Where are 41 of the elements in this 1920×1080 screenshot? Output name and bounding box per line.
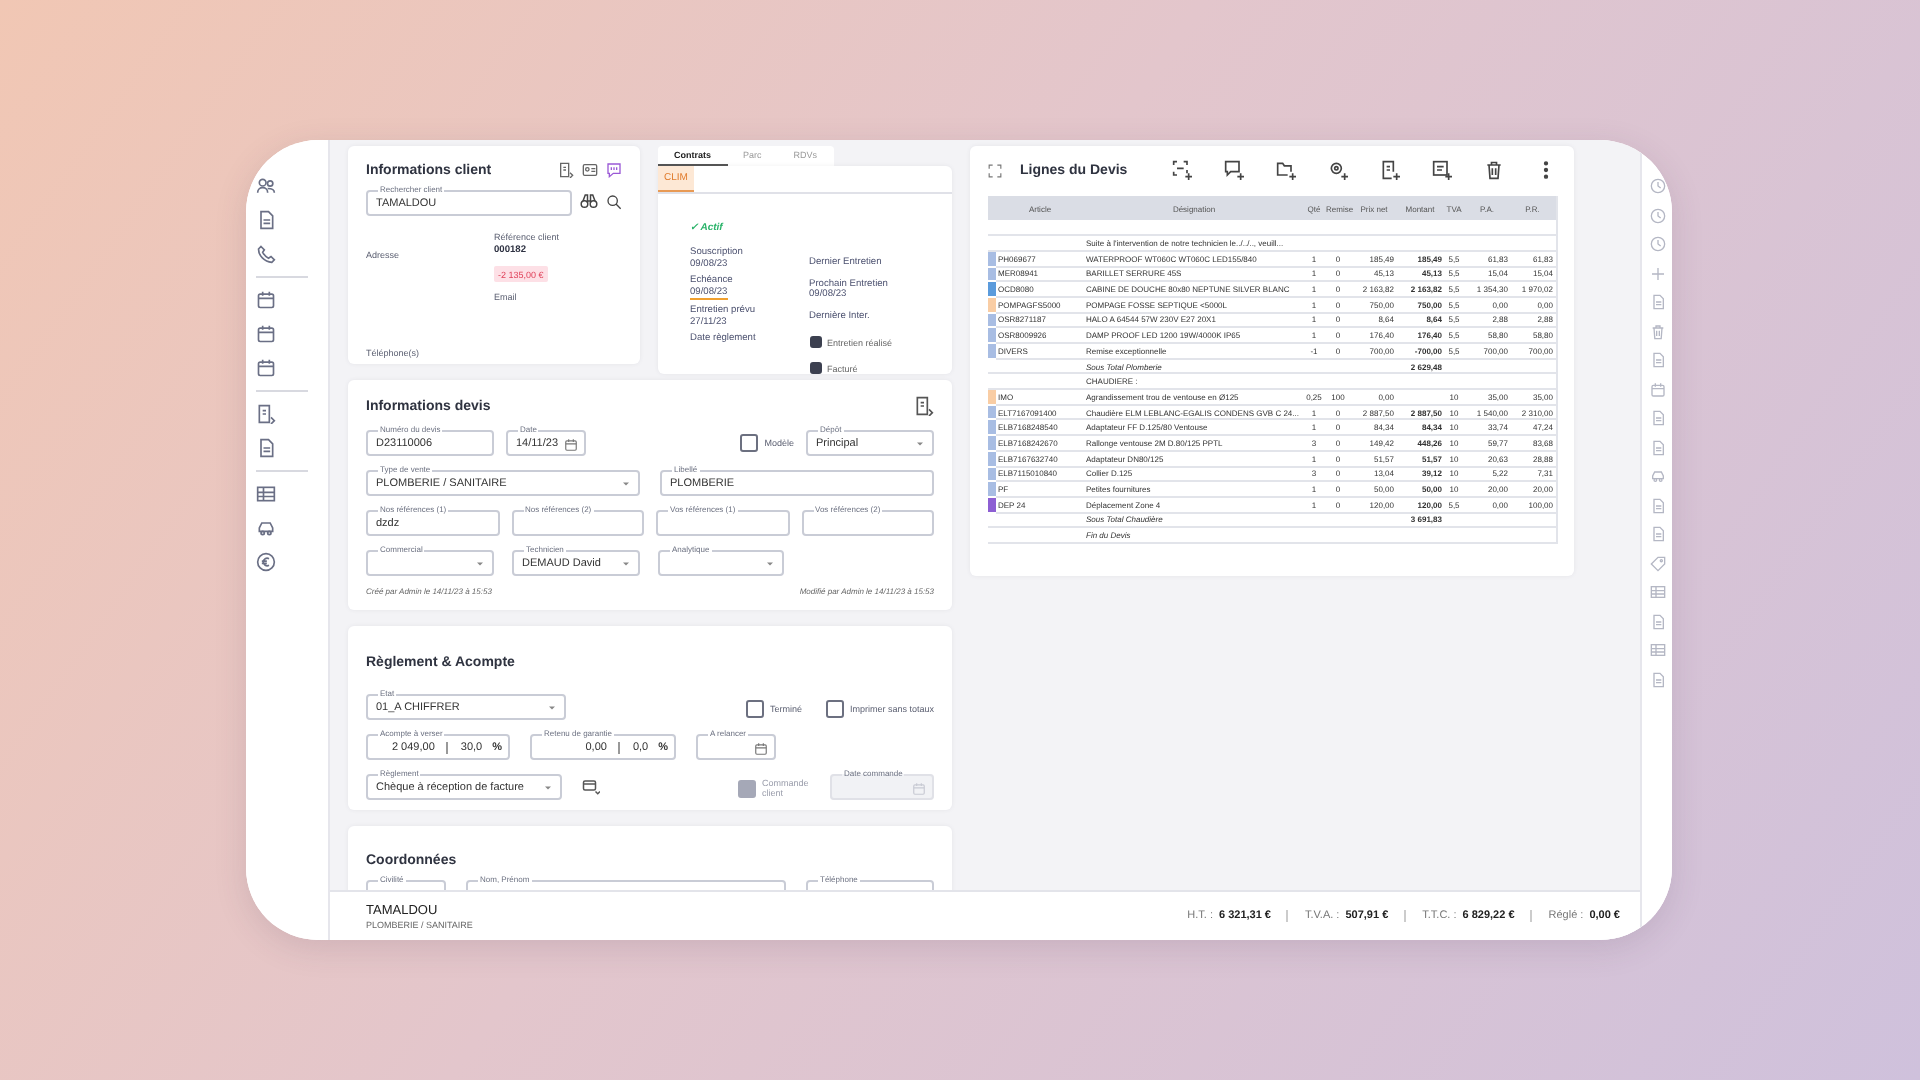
scan-add-icon[interactable] xyxy=(1172,160,1192,180)
people-icon[interactable] xyxy=(256,176,276,196)
coin-icon[interactable] xyxy=(256,552,276,572)
document-icon[interactable] xyxy=(558,162,574,178)
caret-icon xyxy=(474,558,486,570)
calendar-icon xyxy=(564,437,578,451)
calendar-icon[interactable] xyxy=(256,358,276,378)
binoculars-icon[interactable] xyxy=(580,192,598,210)
checkbox[interactable] xyxy=(740,434,759,452)
form-add-icon[interactable] xyxy=(1432,160,1452,180)
folder-add-icon[interactable] xyxy=(1276,160,1296,180)
caret-icon xyxy=(620,478,632,490)
caret-icon xyxy=(546,702,558,714)
caret-icon xyxy=(620,558,632,570)
id-card-icon[interactable] xyxy=(582,162,598,178)
calendar-icon[interactable] xyxy=(256,324,276,344)
phone-icon[interactable] xyxy=(256,244,276,264)
document-icon[interactable] xyxy=(256,210,276,230)
car-icon[interactable] xyxy=(256,518,276,538)
checkbox[interactable] xyxy=(809,362,821,374)
caret-icon xyxy=(542,782,554,794)
trash-icon[interactable] xyxy=(1484,160,1504,180)
document-add-icon[interactable] xyxy=(1380,160,1400,180)
document-icon[interactable] xyxy=(914,396,934,416)
caret-icon xyxy=(914,438,926,450)
checkbox[interactable] xyxy=(745,700,764,718)
payment-card-icon[interactable] xyxy=(582,778,600,796)
search-icon[interactable] xyxy=(606,193,622,209)
checkbox[interactable] xyxy=(809,336,821,348)
comment-add-icon[interactable] xyxy=(1224,160,1244,180)
caret-icon xyxy=(764,558,776,570)
expand-icon[interactable] xyxy=(988,163,1002,177)
document-icon[interactable] xyxy=(256,404,276,424)
checkbox[interactable] xyxy=(825,700,844,718)
calendar-icon[interactable] xyxy=(256,290,276,310)
gear-add-icon[interactable] xyxy=(1328,160,1348,180)
document-icon[interactable] xyxy=(256,438,276,458)
table-icon[interactable] xyxy=(256,484,276,504)
calendar-icon xyxy=(912,781,926,795)
chat-icon[interactable] xyxy=(606,162,622,178)
calendar-icon xyxy=(754,741,768,755)
